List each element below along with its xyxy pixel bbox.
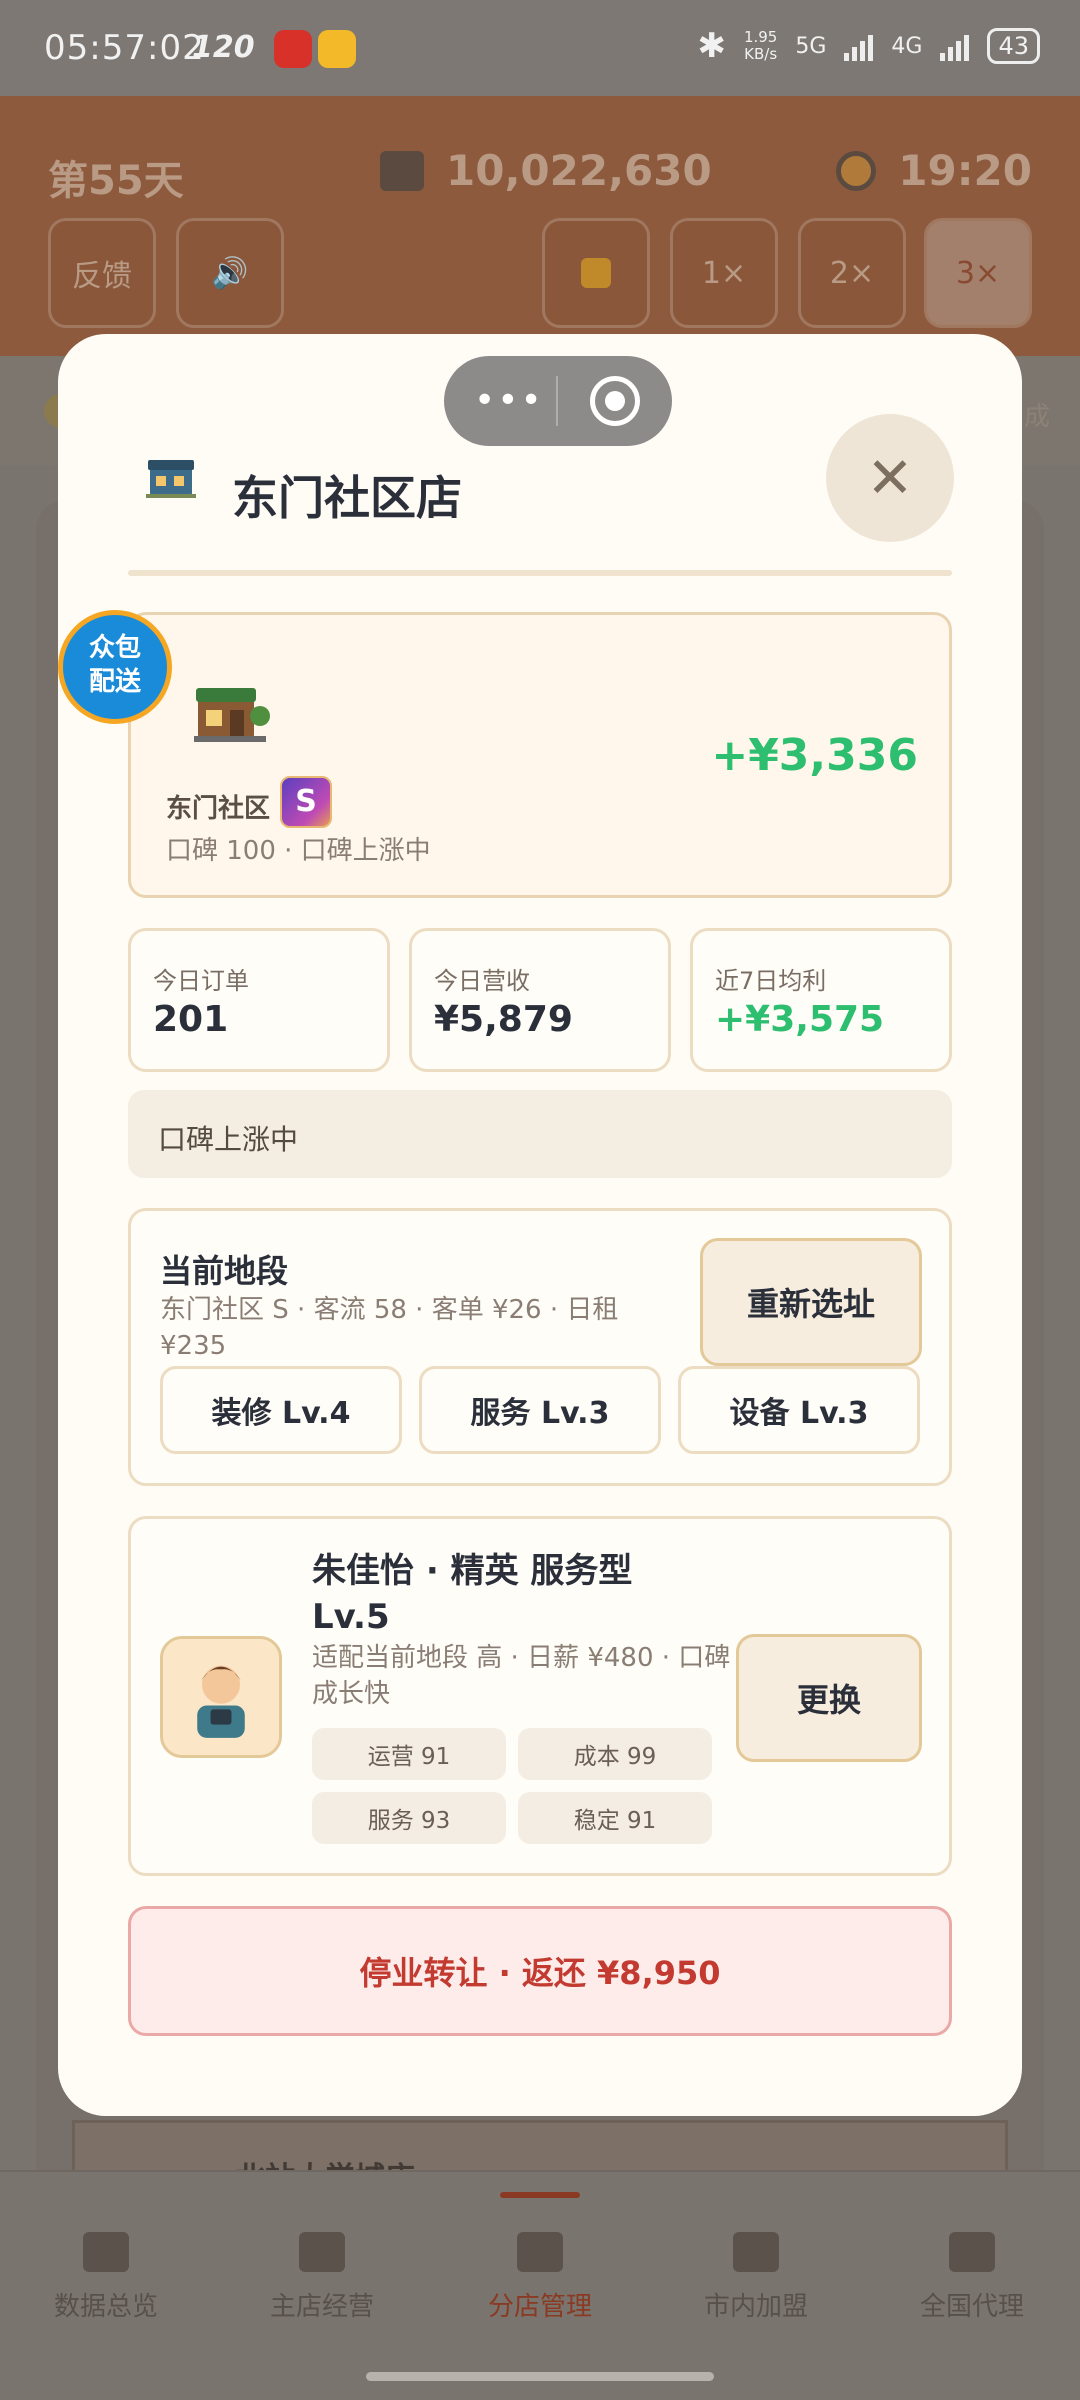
money-display: 10,022,630 [380, 146, 712, 195]
branch-store-icon [517, 2232, 563, 2272]
skill-service: 服务 93 [312, 1792, 506, 1844]
more-icon[interactable]: ••• [474, 380, 544, 421]
stat-label: 近7日均利 [715, 967, 827, 995]
strip-label: 成 [1023, 402, 1050, 432]
exit-target-icon[interactable] [590, 376, 640, 426]
refresh-rate: 120 [192, 30, 255, 65]
notification-app-icon [274, 30, 312, 68]
money-value: 10,022,630 [446, 146, 712, 195]
location-desc: 东门社区 S · 客流 58 · 客单 ¥26 · 日租 ¥235 [160, 1295, 619, 1361]
status-time: 05:57:02 [44, 28, 205, 68]
capsule-divider [556, 376, 558, 426]
tab-branch-management[interactable]: 分店管理 [460, 2232, 620, 2323]
relocate-button[interactable]: 重新选址 [700, 1238, 922, 1366]
modal-title: 东门社区店 [232, 471, 462, 525]
skill-operations: 运营 91 [312, 1728, 506, 1780]
stat-value: +¥3,575 [715, 999, 885, 1040]
manager-name: 朱佳怡 · 精英 服务型 Lv.5 [312, 1551, 633, 1637]
stat-7day-avg-profit: 近7日均利 +¥3,575 [690, 928, 952, 1072]
pause-icon [581, 258, 611, 288]
close-icon: ✕ [866, 445, 914, 511]
service-level-button[interactable]: 服务 Lv.3 [419, 1366, 661, 1454]
stat-value: 201 [153, 999, 229, 1040]
cash-register-icon [83, 2232, 129, 2272]
close-shop-button[interactable]: 停业转让 · 返还 ¥8,950 [128, 1906, 952, 2036]
tab-main-store[interactable]: 主店经营 [242, 2232, 402, 2323]
pause-button[interactable] [542, 218, 650, 328]
tab-data-overview[interactable]: 数据总览 [26, 2232, 186, 2323]
daily-profit: +¥3,336 [711, 730, 918, 781]
swap-manager-button[interactable]: 更换 [736, 1634, 922, 1762]
tab-city-franchise[interactable]: 市内加盟 [676, 2232, 836, 2323]
bluetooth-icon: ✱ [697, 26, 726, 66]
agency-icon [949, 2232, 995, 2272]
signal-icon [844, 31, 874, 61]
stat-label: 今日订单 [153, 967, 249, 995]
day-counter: 第55天 [48, 158, 184, 204]
manager-avatar [160, 1636, 282, 1758]
speed-3x-button[interactable]: 3× [924, 218, 1032, 328]
home-indicator[interactable] [366, 2372, 714, 2381]
franchise-icon [733, 2232, 779, 2272]
title-divider [128, 570, 952, 576]
tab-national-agency[interactable]: 全国代理 [892, 2232, 1052, 2323]
notification-app-icon [318, 30, 356, 68]
speed-2x-button[interactable]: 2× [798, 218, 906, 328]
miniprogram-capsule: ••• [444, 356, 672, 446]
game-header: 第55天 10,022,630 19:20 反馈 🔊 1× 2× 3× [0, 96, 1080, 356]
feedback-button[interactable]: 反馈 [48, 218, 156, 328]
net-5g-label: 5G [795, 33, 827, 59]
stopwatch-icon [836, 150, 877, 191]
net-4g-label: 4G [891, 33, 923, 59]
storefront-icon [194, 688, 270, 742]
crowd-delivery-badge: 众包 配送 [58, 610, 172, 724]
skill-cost: 成本 99 [518, 1728, 712, 1780]
clock-display: 19:20 [836, 146, 1032, 195]
signal-icon [940, 31, 970, 61]
reputation-trend-banner: 口碑上涨中 [128, 1090, 952, 1178]
active-tab-indicator [500, 2192, 580, 2198]
store-icon [299, 2232, 345, 2272]
manager-desc: 适配当前地段 高 · 日薪 ¥480 · 口碑成长快 [312, 1643, 731, 1709]
speaker-icon: 🔊 [211, 255, 249, 291]
skill-stability: 稳定 91 [518, 1792, 712, 1844]
bottom-nav: 数据总览 主店经营 分店管理 市内加盟 全国代理 [0, 2170, 1080, 2354]
equipment-level-button[interactable]: 设备 Lv.3 [678, 1366, 920, 1454]
store-area-name: 东门社区 [166, 794, 271, 824]
status-bar: 05:57:02 120 ✱ 1.95 KB/s 5G 4G 43 [0, 0, 1080, 96]
reputation-text: 口碑 100 · 口碑上涨中 [166, 836, 431, 866]
speed-1x-button[interactable]: 1× [670, 218, 778, 328]
location-title: 当前地段 [160, 1252, 289, 1290]
stat-today-orders: 今日订单 201 [128, 928, 390, 1072]
store-building-icon [146, 460, 196, 498]
sound-button[interactable]: 🔊 [176, 218, 284, 328]
renovation-level-button[interactable]: 装修 Lv.4 [160, 1366, 402, 1454]
cash-register-icon [380, 150, 424, 191]
net-speed: 1.95 KB/s [743, 28, 778, 63]
clock-value: 19:20 [898, 146, 1032, 195]
stat-label: 今日营收 [434, 967, 530, 995]
stat-today-revenue: 今日营收 ¥5,879 [409, 928, 671, 1072]
stat-value: ¥5,879 [434, 999, 573, 1040]
grade-badge: S [280, 776, 332, 828]
battery-indicator: 43 [987, 28, 1040, 64]
close-button[interactable]: ✕ [826, 414, 954, 542]
